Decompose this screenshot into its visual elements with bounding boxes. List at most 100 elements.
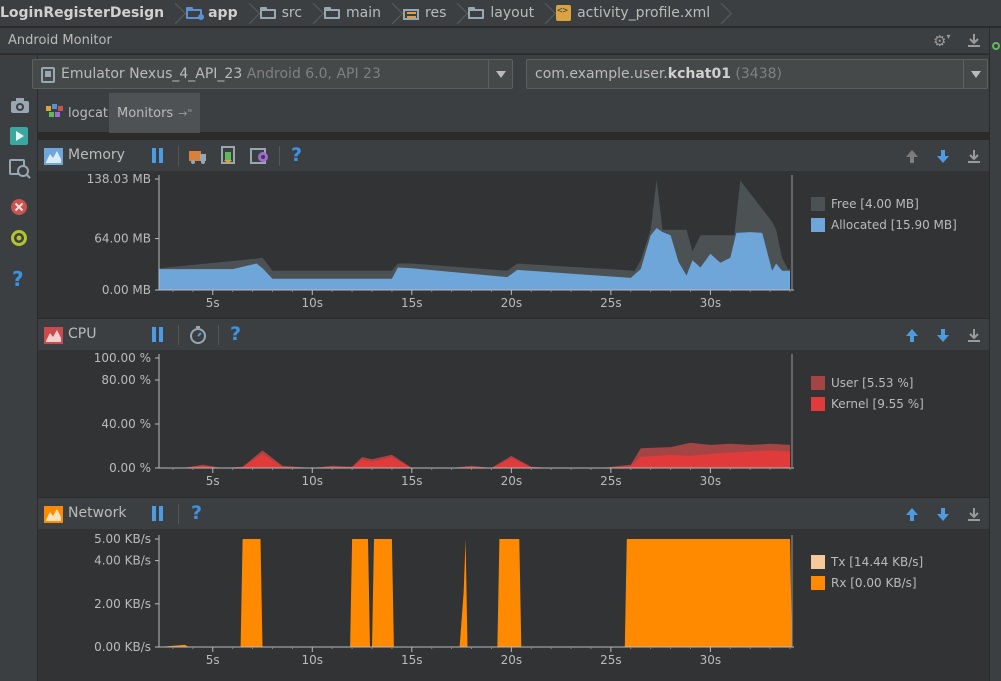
device-icon: [41, 67, 55, 87]
y-tick-label: 100.00 %: [94, 351, 151, 365]
pause-icon[interactable]: [152, 506, 166, 522]
x-tick-label: 15s: [401, 474, 423, 488]
toolbar-divider: [178, 146, 179, 166]
breadcrumb-label: LoginRegisterDesign: [0, 5, 165, 21]
arrow-up-icon[interactable]: [905, 507, 919, 522]
arrow-down-icon[interactable]: [936, 149, 950, 164]
breadcrumb-item-src[interactable]: src: [259, 0, 324, 27]
y-tick-label: 5.00 KB/s: [94, 532, 151, 546]
breadcrumb-item-file[interactable]: activity_profile.xml: [556, 0, 732, 27]
legend-label: User [5.53 %]: [831, 376, 914, 390]
help-icon[interactable]: ?: [12, 267, 34, 291]
process-dropdown[interactable]: com.example.user.kchat01 (3438): [526, 59, 988, 89]
x-tick-label: 20s: [501, 653, 523, 667]
x-tick-label: 15s: [401, 296, 423, 310]
arrow-down-icon[interactable]: [936, 328, 950, 343]
status-icon: [992, 42, 1000, 50]
device-selector-row: Emulator Nexus_4_API_23 Android 6.0, API…: [32, 55, 989, 93]
monitor-tabs: logcat Monitors →": [38, 93, 989, 133]
breadcrumb-item-main[interactable]: main: [324, 0, 403, 27]
system-info-icon[interactable]: [9, 158, 31, 180]
breadcrumb-label: res: [425, 5, 447, 21]
x-tick-label: 10s: [302, 653, 324, 667]
memory-chart-area: 138.03 MB 64.00 MB 0.00 MB 5s 10s 15s 20s 25s 30…: [38, 171, 989, 318]
method-tracing-stopwatch-icon[interactable]: [189, 326, 207, 348]
arrow-up-icon[interactable]: [905, 328, 919, 343]
folder-module-icon: [186, 7, 205, 20]
y-tick-label: 4.00 KB/s: [94, 554, 151, 568]
breadcrumb-separator: [170, 0, 180, 27]
series-area-rx: [159, 539, 792, 647]
breadcrumb-label: src: [281, 5, 303, 21]
network-chart-area: 5.00 KB/s 4.00 KB/s 2.00 KB/s 0.00 KB/s 5s 10…: [38, 529, 989, 681]
arrow-down-icon[interactable]: [936, 507, 950, 522]
legend-label: Free [4.00 MB]: [831, 197, 919, 211]
left-toolbar: ?: [0, 55, 38, 681]
chevron-down-icon[interactable]: [488, 60, 512, 88]
y-tick-label: 0.00 %: [109, 461, 151, 475]
breadcrumb-item-res[interactable]: res: [403, 0, 468, 27]
tab-logcat[interactable]: logcat: [38, 93, 116, 133]
right-tool-strip: [989, 28, 1001, 681]
panel-title: Network: [68, 505, 127, 521]
help-icon[interactable]: ?: [230, 323, 241, 345]
legend-swatch: [811, 197, 825, 211]
network-panel-header: Network ?: [38, 497, 989, 529]
pause-icon[interactable]: [152, 148, 166, 164]
terminate-app-icon[interactable]: [9, 197, 31, 219]
device-dropdown[interactable]: Emulator Nexus_4_API_23 Android 6.0, API…: [32, 59, 513, 89]
pin-tab-icon[interactable]: →": [178, 107, 192, 120]
export-icon[interactable]: [967, 507, 981, 522]
export-icon[interactable]: [967, 149, 981, 164]
breadcrumb-separator: [452, 0, 462, 27]
legend-swatch: [811, 218, 825, 232]
screen-record-icon[interactable]: [9, 126, 31, 148]
arrow-up-icon[interactable]: [905, 149, 919, 164]
legend-swatch: [811, 555, 825, 569]
gear-icon[interactable]: ⚙▾: [933, 32, 953, 50]
pause-icon[interactable]: [152, 327, 166, 343]
x-tick-label: 10s: [302, 474, 324, 488]
export-icon[interactable]: [967, 328, 981, 343]
help-icon[interactable]: ?: [291, 144, 302, 166]
folder-icon: [468, 7, 485, 19]
memory-monitor: Memory ? 138.03 MB 64.00 MB 0.00 MB 5s 10s 15…: [38, 139, 989, 318]
allocation-tracking-icon[interactable]: [250, 147, 270, 169]
legend-item-allocated: Allocated [15.90 MB]: [811, 218, 957, 232]
screenshot-camera-icon[interactable]: [9, 95, 31, 117]
legend-label: Tx [14.44 KB/s]: [831, 555, 924, 569]
hide-panel-icon[interactable]: [966, 32, 984, 50]
x-tick-label: 10s: [302, 296, 324, 310]
dump-heap-icon[interactable]: [220, 146, 238, 170]
x-tick-label: 20s: [501, 296, 523, 310]
y-tick-label: 40.00 %: [101, 417, 151, 431]
toolbar-divider: [178, 504, 179, 524]
tab-monitors[interactable]: Monitors →": [109, 93, 201, 133]
cpu-chart-area: 100.00 % 80.00 % 40.00 % 0.00 % 5s 10s 15s 20s 2…: [38, 350, 989, 497]
breadcrumb: LoginRegisterDesign app src main res lay…: [0, 0, 1001, 27]
x-tick-label: 30s: [700, 296, 722, 310]
breadcrumb-item-layout[interactable]: layout: [468, 0, 556, 27]
cpu-chart: 100.00 % 80.00 % 40.00 % 0.00 % 5s 10s 15s 20s 2…: [94, 351, 794, 488]
panel-title: CPU: [68, 326, 97, 342]
initiate-gc-icon[interactable]: [188, 147, 208, 169]
breadcrumb-item-app[interactable]: app: [186, 0, 260, 27]
help-icon[interactable]: ?: [191, 502, 202, 524]
x-tick-label: 25s: [600, 653, 622, 667]
tab-label: logcat: [68, 105, 109, 121]
x-tick-label: 20s: [501, 474, 523, 488]
tool-window-header: Android Monitor ⚙▾: [0, 28, 1001, 54]
breadcrumb-item-project[interactable]: LoginRegisterDesign: [0, 0, 186, 27]
device-name: Emulator Nexus_4_API_23: [61, 66, 243, 82]
x-tick-label: 25s: [600, 474, 622, 488]
legend-item-rx: Rx [0.00 KB/s]: [811, 576, 917, 590]
process-pid: (3438): [735, 66, 782, 82]
y-tick-label: 138.03 MB: [87, 172, 151, 186]
breadcrumb-separator: [387, 0, 397, 27]
tab-label: Monitors: [117, 105, 174, 121]
device-detail: Android 6.0, API 23: [246, 66, 381, 82]
hprof-dump-icon[interactable]: [9, 228, 31, 250]
legend-item-kernel: Kernel [9.55 %]: [811, 397, 924, 411]
chevron-down-icon[interactable]: [963, 60, 987, 88]
legend-swatch: [811, 576, 825, 590]
